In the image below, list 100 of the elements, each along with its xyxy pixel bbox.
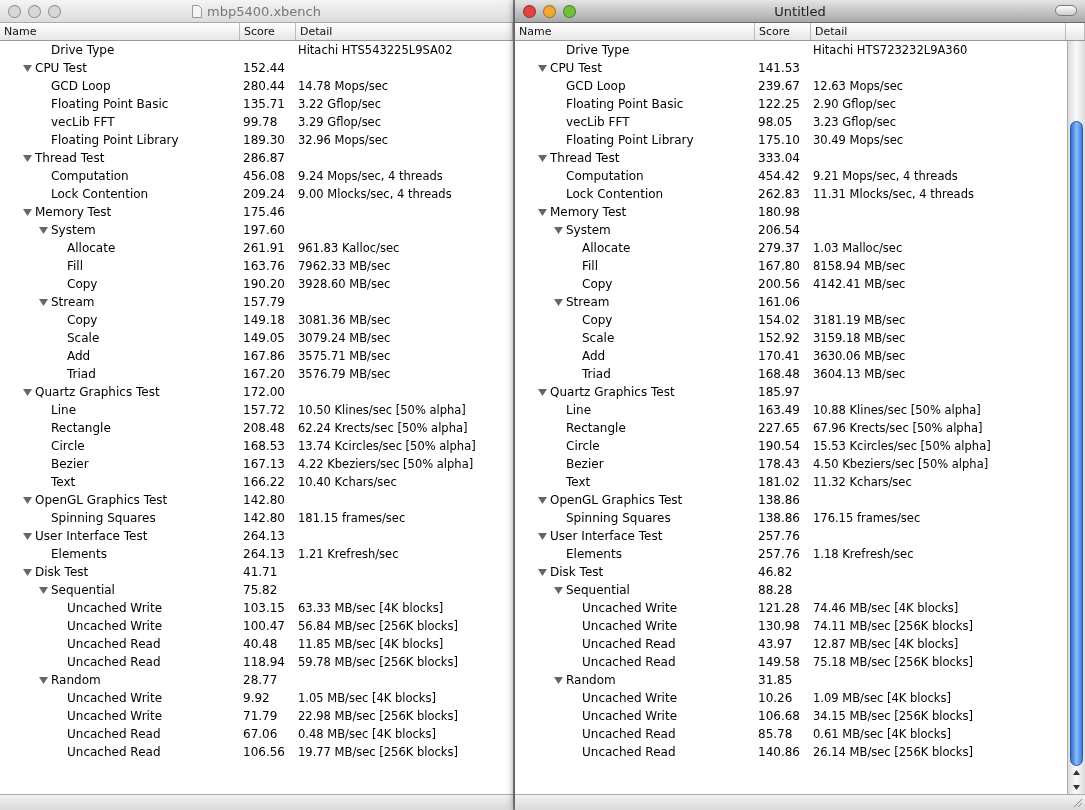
test-name: Elements bbox=[51, 547, 107, 561]
score-cell-text: 40.48 bbox=[242, 637, 279, 651]
test-name: Uncached Write bbox=[582, 709, 678, 723]
test-name: Uncached Write bbox=[67, 619, 163, 633]
score-cell-text: 43.97 bbox=[757, 637, 794, 651]
test-name: Quartz Graphics Test bbox=[35, 385, 160, 399]
column-header[interactable]: Detail bbox=[296, 23, 513, 40]
score-cell-text: 106.56 bbox=[242, 745, 286, 759]
column-header[interactable]: Score bbox=[240, 23, 296, 40]
score-cell-text: 88.28 bbox=[757, 583, 794, 597]
disclosure-triangle-icon[interactable] bbox=[39, 297, 48, 307]
disclosure-triangle-icon[interactable] bbox=[538, 495, 547, 505]
detail-cell-text: 3575.71 MB/sec bbox=[297, 349, 392, 363]
test-name: Fill bbox=[582, 259, 599, 273]
scroll-thumb[interactable] bbox=[1070, 121, 1083, 766]
column-header[interactable]: Name bbox=[515, 23, 755, 40]
test-name: Line bbox=[51, 403, 76, 417]
score-cell-text: 141.53 bbox=[757, 61, 801, 75]
test-name: Uncached Read bbox=[67, 637, 161, 651]
disclosure-triangle-icon[interactable] bbox=[39, 225, 48, 235]
close-button[interactable] bbox=[523, 4, 536, 18]
disclosure-triangle-icon[interactable] bbox=[538, 153, 547, 163]
minimize-button[interactable] bbox=[28, 4, 41, 18]
score-cell-text: 157.79 bbox=[242, 295, 286, 309]
disclosure-triangle-icon[interactable] bbox=[39, 675, 48, 685]
test-name: Line bbox=[566, 403, 591, 417]
detail-cell-text: 1.03 Malloc/sec bbox=[812, 241, 904, 255]
disclosure-triangle-icon[interactable] bbox=[554, 297, 563, 307]
score-cell-text: 170.41 bbox=[757, 349, 801, 363]
test-name: OpenGL Graphics Test bbox=[35, 493, 168, 507]
score-cell-text: 135.71 bbox=[242, 97, 286, 111]
disclosure-triangle-icon[interactable] bbox=[23, 387, 32, 397]
detail-cell-text: 1.05 MB/sec [4K blocks] bbox=[297, 691, 437, 705]
resize-grip-icon[interactable] bbox=[1072, 797, 1083, 808]
test-name: Lock Contention bbox=[566, 187, 664, 201]
detail-cell-text: 4.22 Kbeziers/sec [50% alpha] bbox=[297, 457, 475, 471]
score-cell-text: 152.92 bbox=[757, 331, 801, 345]
test-name: Circle bbox=[51, 439, 85, 453]
column-header[interactable]: Name bbox=[0, 23, 240, 40]
test-name: Scale bbox=[67, 331, 100, 345]
disclosure-triangle-icon[interactable] bbox=[23, 63, 32, 73]
detail-cell-text: 0.48 MB/sec [4K blocks] bbox=[297, 727, 437, 741]
test-name: Uncached Write bbox=[582, 619, 678, 633]
disclosure-triangle-icon[interactable] bbox=[538, 63, 547, 73]
score-cell-text: 103.15 bbox=[242, 601, 286, 615]
score-cell-text: 454.42 bbox=[757, 169, 801, 183]
disclosure-triangle-icon[interactable] bbox=[23, 153, 32, 163]
detail-cell-text: 1.09 MB/sec [4K blocks] bbox=[812, 691, 952, 705]
score-cell-text: 75.82 bbox=[242, 583, 279, 597]
score-cell-text: 167.80 bbox=[757, 259, 801, 273]
test-name: Stream bbox=[566, 295, 610, 309]
window-title: mbp5400.xbench bbox=[207, 3, 321, 19]
column-header[interactable]: Score bbox=[755, 23, 811, 40]
disclosure-triangle-icon[interactable] bbox=[554, 675, 563, 685]
test-name: CPU Test bbox=[550, 61, 602, 75]
score-cell-text: 178.43 bbox=[757, 457, 801, 471]
zoom-button[interactable] bbox=[563, 4, 576, 18]
minimize-button[interactable] bbox=[543, 4, 556, 18]
disclosure-triangle-icon[interactable] bbox=[39, 585, 48, 595]
score-cell-text: 279.37 bbox=[757, 241, 801, 255]
disclosure-triangle-icon[interactable] bbox=[538, 207, 547, 217]
test-name: Text bbox=[51, 475, 76, 489]
score-cell-text: 239.67 bbox=[757, 79, 801, 93]
test-name: Copy bbox=[67, 277, 98, 291]
disclosure-triangle-icon[interactable] bbox=[23, 567, 32, 577]
column-header[interactable]: Detail bbox=[811, 23, 1066, 40]
detail-cell-text: 11.32 Kchars/sec bbox=[812, 475, 913, 489]
test-name: Floating Point Basic bbox=[566, 97, 684, 111]
test-name: CPU Test bbox=[35, 61, 87, 75]
test-name: Sequential bbox=[51, 583, 115, 597]
test-name: Memory Test bbox=[550, 205, 627, 219]
test-name: User Interface Test bbox=[550, 529, 663, 543]
test-name: Spinning Squares bbox=[566, 511, 671, 525]
score-cell-text: 46.82 bbox=[757, 565, 794, 579]
close-button[interactable] bbox=[8, 4, 21, 18]
disclosure-triangle-icon[interactable] bbox=[554, 225, 563, 235]
disclosure-triangle-icon[interactable] bbox=[554, 585, 563, 595]
toolbar-toggle-button[interactable] bbox=[1055, 5, 1077, 16]
zoom-button[interactable] bbox=[48, 4, 61, 18]
disclosure-triangle-icon[interactable] bbox=[23, 495, 32, 505]
score-cell-text: 286.87 bbox=[242, 151, 286, 165]
score-cell-text: 100.47 bbox=[242, 619, 286, 633]
score-cell-text: 456.08 bbox=[242, 169, 286, 183]
disclosure-triangle-icon[interactable] bbox=[538, 567, 547, 577]
disclosure-triangle-icon[interactable] bbox=[23, 207, 32, 217]
score-cell-text: 181.02 bbox=[757, 475, 801, 489]
disclosure-triangle-icon[interactable] bbox=[538, 531, 547, 541]
scrollbar[interactable] bbox=[1067, 41, 1085, 794]
test-name: System bbox=[566, 223, 611, 237]
detail-cell-text: 10.50 Klines/sec [50% alpha] bbox=[297, 403, 467, 417]
detail-cell-text: 74.46 MB/sec [4K blocks] bbox=[812, 601, 960, 615]
disclosure-triangle-icon[interactable] bbox=[23, 531, 32, 541]
detail-cell-text: 11.31 Mlocks/sec, 4 threads bbox=[812, 187, 975, 201]
disclosure-triangle-icon[interactable] bbox=[538, 387, 547, 397]
detail-cell-text: 13.74 Kcircles/sec [50% alpha] bbox=[297, 439, 477, 453]
test-name: Uncached Read bbox=[67, 745, 161, 759]
score-cell-text: 138.86 bbox=[757, 493, 801, 507]
detail-cell-text: 10.88 Klines/sec [50% alpha] bbox=[812, 403, 982, 417]
detail-cell-text: 12.63 Mops/sec bbox=[812, 79, 905, 93]
score-cell-text: 168.53 bbox=[242, 439, 286, 453]
